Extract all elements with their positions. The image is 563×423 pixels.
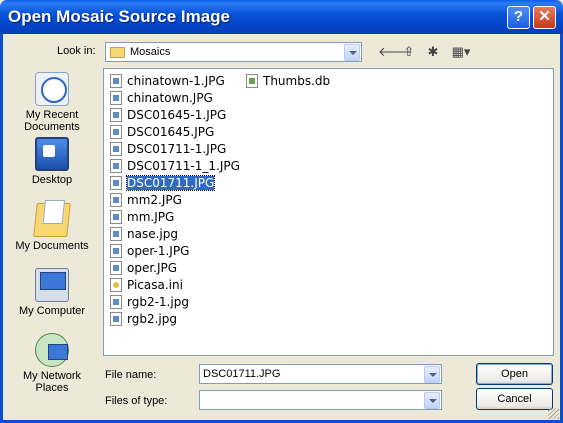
filetype-dropdown[interactable]	[199, 390, 442, 410]
jpg-file-icon	[110, 312, 122, 326]
jpg-file-icon	[110, 125, 122, 139]
list-item[interactable]: rgb2-1.jpg	[108, 294, 189, 310]
back-icon[interactable]: 🡐	[378, 44, 413, 60]
list-item[interactable]: mm2.JPG	[108, 192, 182, 208]
open-button[interactable]: Open	[476, 363, 553, 385]
list-item[interactable]: nase.jpg	[108, 226, 178, 242]
list-item-selected[interactable]: DSC01711.JPG	[108, 175, 216, 191]
jpg-file-icon	[110, 74, 122, 88]
filename-label: File name:	[105, 369, 157, 381]
list-item[interactable]: Picasa.ini	[108, 277, 183, 293]
jpg-file-icon	[110, 295, 122, 309]
jpg-file-icon	[110, 244, 122, 258]
help-button[interactable]: ?	[507, 6, 530, 29]
list-item[interactable]: oper-1.JPG	[108, 243, 189, 259]
network-places-icon	[35, 333, 69, 367]
list-item[interactable]: DSC01645.JPG	[108, 124, 214, 140]
list-item[interactable]: chinatown-1.JPG	[108, 73, 225, 89]
close-button[interactable]: ✕	[533, 6, 556, 29]
lookin-dropdown[interactable]: Mosaics	[105, 42, 362, 62]
views-menu-icon[interactable]: ▦▾	[447, 44, 475, 60]
place-network[interactable]: My Network Places	[10, 333, 94, 394]
window-frame-left	[0, 34, 3, 423]
folder-icon	[110, 47, 125, 58]
up-folder-icon[interactable]: ⇧	[400, 44, 418, 60]
chevron-down-icon[interactable]	[344, 44, 360, 61]
place-label: My Network Places	[22, 370, 82, 394]
list-item[interactable]: chinatown.JPG	[108, 90, 213, 106]
jpg-file-icon	[110, 91, 122, 105]
jpg-file-icon	[110, 210, 122, 224]
jpg-file-icon	[110, 227, 122, 241]
lookin-value: Mosaics	[130, 46, 171, 58]
place-label: My Documents	[15, 240, 89, 252]
place-label: Desktop	[31, 174, 73, 186]
chevron-down-icon[interactable]	[424, 366, 440, 383]
list-item[interactable]: DSC01711-1.JPG	[108, 141, 226, 157]
desktop-icon	[35, 137, 69, 171]
new-folder-icon[interactable]: ✱	[424, 44, 442, 60]
lookin-label: Look in:	[57, 45, 96, 57]
jpg-file-icon	[110, 108, 122, 122]
chevron-down-icon[interactable]	[424, 392, 440, 409]
cancel-button[interactable]: Cancel	[476, 388, 553, 410]
jpg-file-icon	[110, 159, 122, 173]
place-recent-documents[interactable]: My Recent Documents	[10, 72, 94, 133]
ini-file-icon	[110, 278, 122, 292]
place-label: My Computer	[18, 305, 86, 317]
filename-input[interactable]: DSC01711.JPG	[199, 364, 442, 384]
jpg-file-icon	[110, 261, 122, 275]
window-title: Open Mosaic Source Image	[8, 7, 231, 26]
recent-documents-icon	[35, 72, 69, 106]
list-item[interactable]: DSC01645-1.JPG	[108, 107, 226, 123]
my-documents-icon	[33, 203, 71, 237]
resize-grip-icon[interactable]	[548, 408, 559, 419]
list-item[interactable]: mm.JPG	[108, 209, 174, 225]
list-item[interactable]: Thumbs.db	[244, 73, 330, 89]
jpg-file-icon	[110, 193, 122, 207]
filename-value: DSC01711.JPG	[203, 368, 281, 380]
place-label: My Recent Documents	[24, 109, 80, 133]
place-my-computer[interactable]: My Computer	[10, 268, 94, 317]
db-file-icon	[246, 74, 258, 88]
list-item[interactable]: DSC01711-1_1.JPG	[108, 158, 240, 174]
filetype-label: Files of type:	[105, 395, 168, 407]
list-item[interactable]: rgb2.jpg	[108, 311, 177, 327]
my-computer-icon	[35, 268, 69, 302]
place-my-documents[interactable]: My Documents	[10, 203, 94, 252]
list-item[interactable]: oper.JPG	[108, 260, 177, 276]
place-desktop[interactable]: Desktop	[10, 137, 94, 186]
jpg-file-icon	[110, 176, 122, 190]
title-bar[interactable]: Open Mosaic Source Image ? ✕	[0, 0, 563, 34]
file-list[interactable]: chinatown-1.JPG chinatown.JPG DSC01645-1…	[103, 68, 554, 356]
jpg-file-icon	[110, 142, 122, 156]
